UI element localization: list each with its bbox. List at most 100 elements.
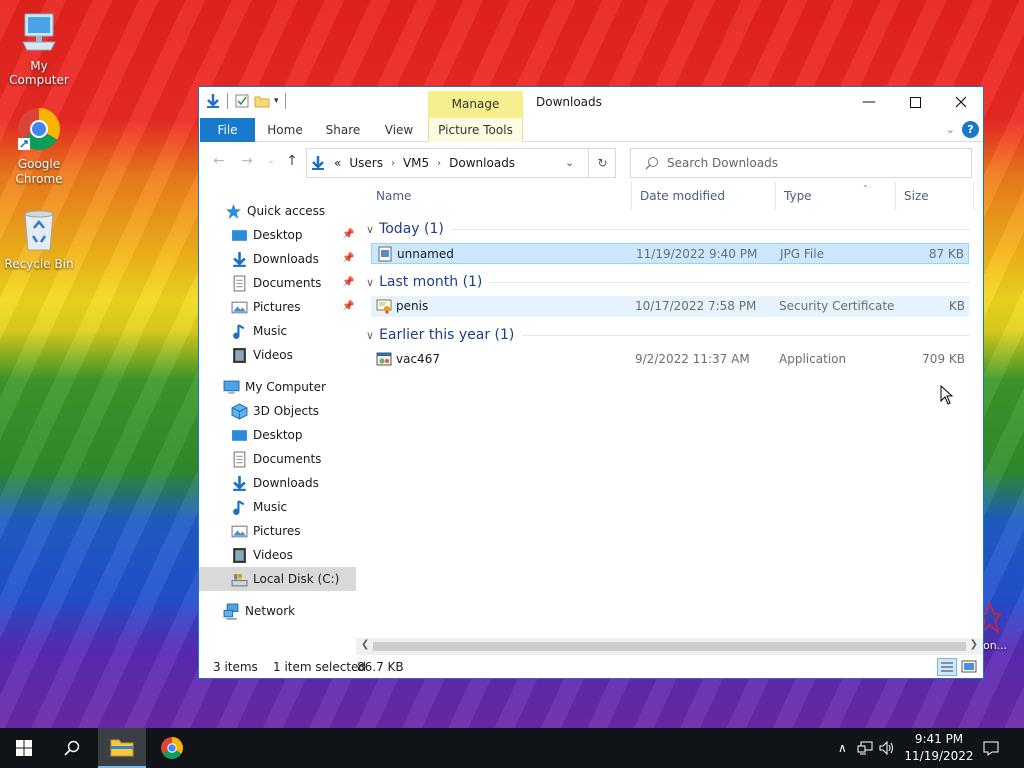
desktop-icon-recycle-bin[interactable]: Recycle Bin bbox=[0, 206, 78, 271]
pictures-folder-icon bbox=[231, 301, 248, 313]
breadcrumb-overflow[interactable]: « bbox=[334, 156, 341, 170]
refresh-button[interactable]: ↻ bbox=[588, 148, 616, 178]
sidebar-item-videos[interactable]: Videos bbox=[199, 543, 356, 567]
title-bar[interactable]: ▾ Manage Downloads — bbox=[199, 87, 983, 118]
scrollbar-thumb[interactable] bbox=[373, 642, 966, 651]
breadcrumb-separator-icon[interactable]: › bbox=[391, 158, 395, 169]
maximize-button[interactable] bbox=[892, 87, 938, 117]
sidebar-item-documents[interactable]: Documents bbox=[199, 447, 356, 471]
sidebar-item-pictures[interactable]: Pictures bbox=[199, 519, 356, 543]
address-bar[interactable]: « Users › VM5 › Downloads ⌄ bbox=[306, 148, 616, 178]
search-button[interactable] bbox=[48, 728, 96, 768]
sidebar-item-network[interactable]: Network bbox=[199, 599, 356, 623]
taskbar-file-explorer[interactable] bbox=[98, 728, 146, 768]
volume-icon[interactable] bbox=[879, 741, 895, 755]
desktop-icon-google-chrome[interactable]: Google Chrome bbox=[0, 106, 78, 187]
file-row-unnamed[interactable]: unnamed 11/19/2022 9:40 PM JPG File 87 K… bbox=[371, 243, 969, 264]
group-header-today[interactable]: ∨ Today (1) bbox=[366, 218, 970, 240]
expand-ribbon-icon[interactable]: ⌄ bbox=[946, 123, 955, 136]
clock[interactable]: 9:41 PM 11/19/2022 bbox=[902, 731, 976, 765]
search-box[interactable] bbox=[630, 148, 972, 178]
sidebar-item-quick-access[interactable]: Quick access bbox=[199, 199, 356, 223]
column-header-name[interactable]: Name bbox=[368, 182, 632, 210]
back-button[interactable]: ← bbox=[210, 153, 228, 171]
properties-icon[interactable] bbox=[234, 93, 250, 109]
scroll-left-icon[interactable]: ❮ bbox=[361, 639, 369, 650]
breadcrumb-separator-icon[interactable]: › bbox=[437, 158, 441, 169]
download-arrow-icon[interactable] bbox=[205, 93, 221, 109]
sidebar-item-music[interactable]: Music bbox=[199, 495, 356, 519]
file-type: Application bbox=[779, 352, 847, 366]
up-button[interactable]: ↑ bbox=[283, 153, 301, 171]
close-button[interactable] bbox=[938, 87, 984, 117]
sidebar-item-3d-objects[interactable]: 3D Objects bbox=[199, 399, 356, 423]
group-header-earlier-this-year[interactable]: ∨ Earlier this year (1) bbox=[366, 324, 970, 346]
address-dropdown-icon[interactable]: ⌄ bbox=[565, 156, 574, 169]
recent-locations-button[interactable]: ⌄ bbox=[262, 156, 280, 174]
action-center-button[interactable] bbox=[968, 728, 1014, 768]
start-button[interactable] bbox=[0, 728, 48, 768]
new-folder-icon[interactable] bbox=[254, 93, 270, 109]
file-type: Security Certificate bbox=[779, 299, 895, 313]
file-list[interactable]: ⌄ Name Date modified Type Size ∨ Today (… bbox=[364, 180, 974, 642]
search-input[interactable] bbox=[667, 156, 947, 170]
tab-manage[interactable]: Manage bbox=[428, 91, 523, 118]
up-arrow-icon: ↑ bbox=[286, 153, 298, 169]
file-explorer-window[interactable]: ▾ Manage Downloads — File Home Share Vie… bbox=[198, 86, 984, 679]
file-row-penis[interactable]: penis 10/17/2022 7:58 PM Security Certif… bbox=[371, 296, 969, 317]
chevron-down-icon: ⌄ bbox=[267, 156, 275, 166]
tab-share[interactable]: Share bbox=[317, 118, 369, 142]
desktop-icon-my-computer[interactable]: My Computer bbox=[0, 10, 78, 87]
forward-button[interactable]: → bbox=[238, 153, 256, 171]
clock-time: 9:41 PM bbox=[914, 732, 964, 746]
sidebar-item-local-disk[interactable]: Local Disk (C:) bbox=[199, 567, 356, 591]
group-divider bbox=[522, 334, 970, 336]
sidebar-item-downloads[interactable]: Downloads 📌 bbox=[199, 247, 356, 271]
column-header-type[interactable]: Type bbox=[776, 182, 896, 210]
customize-toolbar-icon[interactable]: ▾ bbox=[274, 96, 279, 106]
documents-folder-icon bbox=[233, 451, 246, 467]
minimize-button[interactable]: — bbox=[846, 87, 892, 117]
desktop-icon-label: Google Chrome bbox=[15, 157, 63, 186]
music-note-icon bbox=[233, 323, 245, 339]
sidebar-item-desktop[interactable]: Desktop bbox=[199, 423, 356, 447]
help-button[interactable]: ? bbox=[962, 121, 979, 138]
tab-picture-tools[interactable]: Picture Tools bbox=[428, 118, 523, 142]
sidebar-item-label: Videos bbox=[253, 348, 293, 362]
tab-view[interactable]: View bbox=[374, 118, 424, 142]
network-status-icon[interactable] bbox=[857, 741, 873, 755]
group-header-last-month[interactable]: ∨ Last month (1) bbox=[366, 271, 970, 293]
sidebar-item-label: Quick access bbox=[247, 204, 326, 218]
tab-file[interactable]: File bbox=[200, 118, 255, 142]
sidebar-item-desktop[interactable]: Desktop 📌 bbox=[199, 223, 356, 247]
quick-access-toolbar: ▾ bbox=[205, 93, 288, 109]
show-hidden-icons-icon[interactable]: ∧ bbox=[838, 741, 847, 755]
videos-folder-icon bbox=[233, 547, 246, 563]
scroll-right-icon[interactable]: ❯ bbox=[970, 639, 978, 650]
column-header-date-modified[interactable]: Date modified bbox=[632, 182, 776, 210]
sidebar-item-music[interactable]: Music bbox=[199, 319, 356, 343]
chevron-down-icon: ∨ bbox=[366, 328, 375, 342]
taskbar-chrome[interactable] bbox=[148, 728, 196, 768]
sidebar-item-label: Music bbox=[253, 500, 288, 514]
sidebar-item-videos[interactable]: Videos bbox=[199, 343, 356, 367]
sidebar-item-my-computer[interactable]: My Computer bbox=[199, 375, 356, 399]
breadcrumb-users[interactable]: Users bbox=[349, 156, 383, 170]
sidebar-item-pictures[interactable]: Pictures 📌 bbox=[199, 295, 356, 319]
group-label: Today (1) bbox=[379, 221, 444, 237]
sidebar-item-label: My Computer bbox=[245, 380, 326, 394]
file-row-vac467[interactable]: vac467 9/2/2022 11:37 AM Application 709… bbox=[371, 349, 969, 370]
file-date: 10/17/2022 7:58 PM bbox=[635, 299, 757, 313]
details-view-icon[interactable] bbox=[937, 658, 957, 676]
sidebar-item-downloads[interactable]: Downloads bbox=[199, 471, 356, 495]
tab-home[interactable]: Home bbox=[259, 118, 311, 142]
column-header-size[interactable]: Size bbox=[896, 182, 974, 210]
breadcrumb-downloads[interactable]: Downloads bbox=[449, 156, 515, 170]
sidebar-item-documents[interactable]: Documents 📌 bbox=[199, 271, 356, 295]
mouse-cursor-icon bbox=[940, 385, 954, 405]
horizontal-scrollbar[interactable]: ❮ ❯ bbox=[356, 638, 983, 655]
breadcrumb-vm5[interactable]: VM5 bbox=[403, 156, 429, 170]
group-divider bbox=[490, 281, 970, 283]
file-date: 11/19/2022 9:40 PM bbox=[636, 247, 758, 261]
large-icons-view-icon[interactable] bbox=[959, 658, 979, 676]
